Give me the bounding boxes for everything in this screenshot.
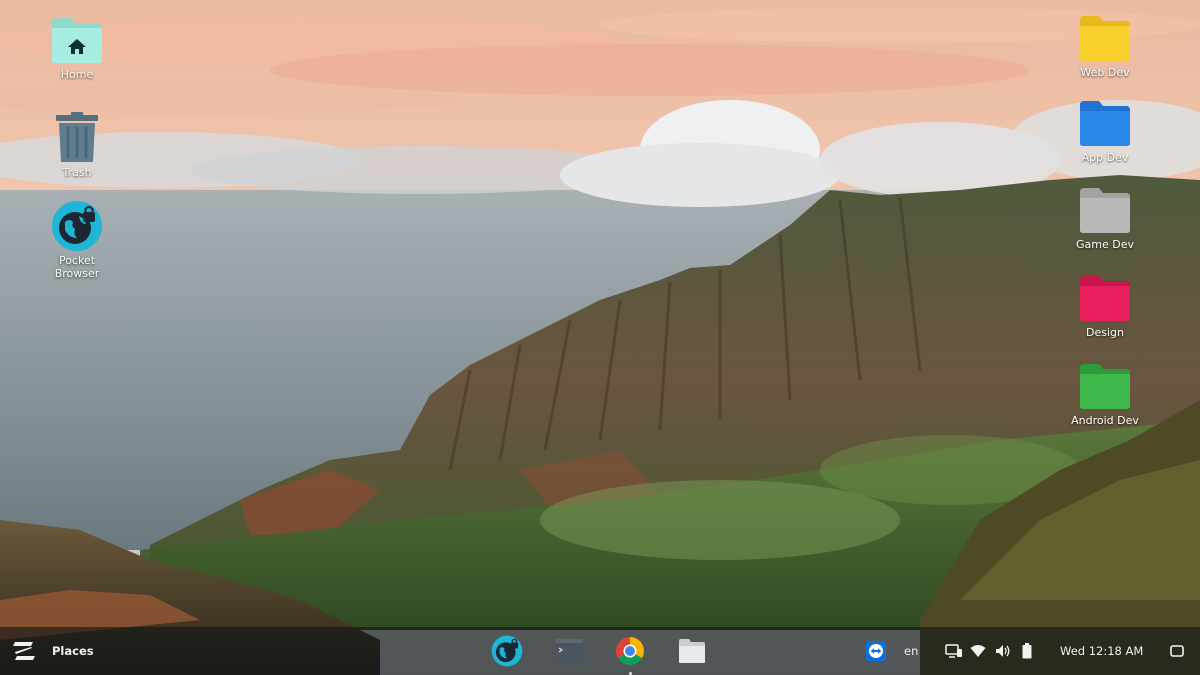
dock-chrome[interactable] [613,635,647,667]
tray-volume[interactable] [992,641,1014,661]
desktop-icon-label: Android Dev [1071,414,1139,427]
tray-display[interactable] [944,641,964,661]
terminal-icon [555,639,583,663]
desktop-icon-label: Home [60,68,94,81]
desktop-icon-label: App Dev [1081,151,1129,164]
tray-battery[interactable] [1018,641,1036,661]
language-indicator: en [904,644,919,658]
zorin-menu-icon [13,642,35,660]
teamviewer-icon [866,641,886,661]
desktop-icon-label: Design [1086,326,1124,339]
dock-terminal[interactable] [552,635,586,667]
home-folder-icon [51,14,103,66]
volume-icon [996,645,1010,657]
desktop-icon-home[interactable]: Home [31,14,123,81]
desktop-icon-web-dev[interactable]: Web Dev [1059,12,1151,79]
folder-icon [1079,272,1131,324]
files-icon [679,639,705,663]
desktop-icon-label: Web Dev [1080,66,1130,79]
pocket-browser-icon [51,200,103,252]
wifi-icon [970,645,986,657]
dock-files[interactable] [675,635,709,667]
clock-label: Wed 12:18 AM [1060,644,1144,658]
window-overview-icon [1170,645,1184,657]
places-menu-button[interactable]: Places [52,641,94,661]
trash-icon [51,112,103,164]
chrome-icon [616,637,644,665]
desktop-icon-app-dev[interactable]: App Dev [1059,97,1151,164]
battery-icon [1022,643,1032,659]
zorin-menu-button[interactable] [8,637,40,665]
dock-pocket-browser[interactable] [490,635,524,667]
tray-language[interactable]: en [904,641,918,661]
desktop-icon-label: Trash [62,166,92,179]
desktop-icon-trash[interactable]: Trash [31,112,123,179]
folder-icon [1079,184,1131,236]
desktop-wallpaper [0,0,1200,675]
desktop-icon-design[interactable]: Design [1059,272,1151,339]
folder-icon [1079,360,1131,412]
desktop-icon-android-dev[interactable]: Android Dev [1059,360,1151,427]
show-desktop-button[interactable] [1166,641,1188,661]
desktop-icon-game-dev[interactable]: Game Dev [1059,184,1151,251]
taskbar: Places en Wed 12:18 AM [0,627,1200,675]
desktop-icon-label: Pocket Browser [54,254,100,280]
desktop-icon-label: Game Dev [1076,238,1134,251]
places-label: Places [52,644,94,658]
tray-wifi[interactable] [968,641,988,661]
tray-teamviewer[interactable] [864,640,888,662]
pocket-browser-icon [491,635,523,667]
folder-icon [1079,12,1131,64]
tray-clock[interactable]: Wed 12:18 AM [1060,641,1143,661]
folder-icon [1079,97,1131,149]
desktop-icon-pocket-browser[interactable]: Pocket Browser [31,200,123,280]
display-icon [945,644,962,658]
